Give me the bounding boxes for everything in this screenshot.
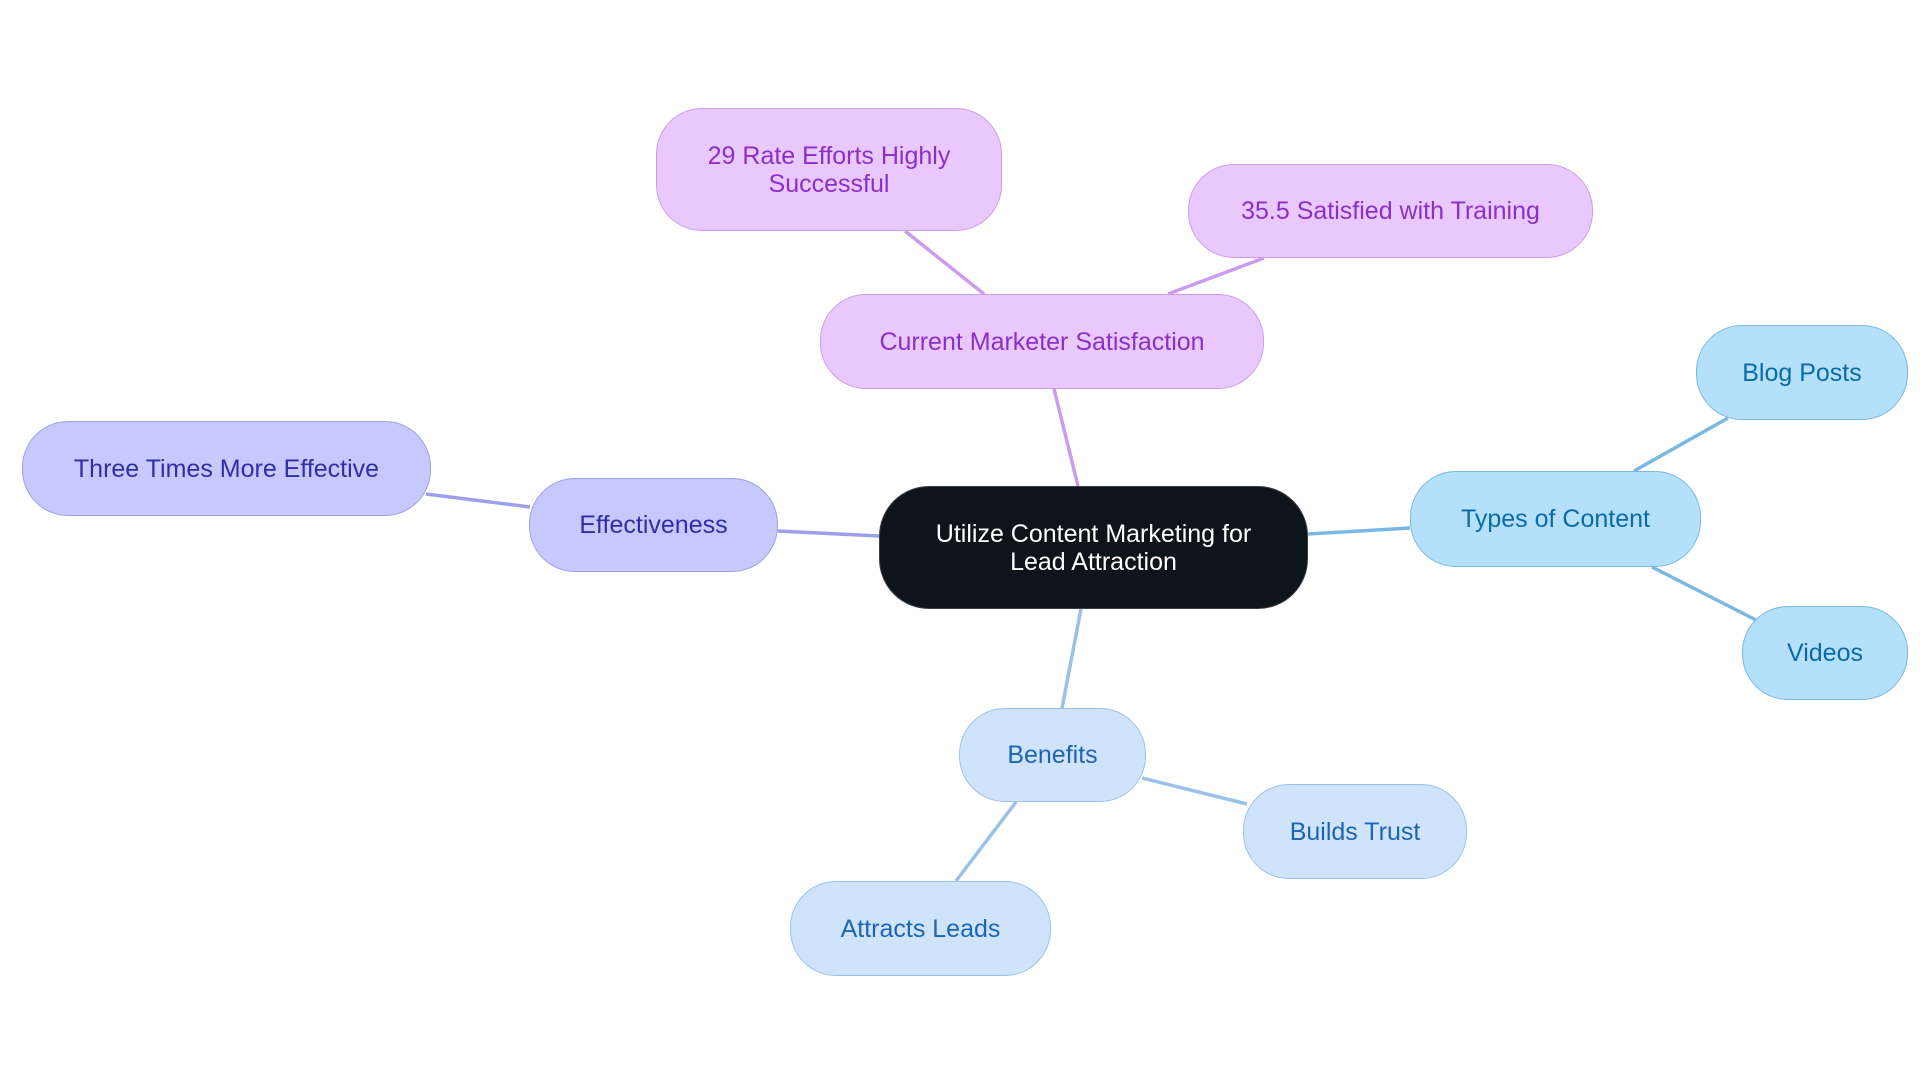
leaf-node-satisfied-training[interactable]: 35.5 Satisfied with Training	[1188, 164, 1593, 258]
mindmap-canvas: Utilize Content Marketing for Lead Attra…	[0, 0, 1920, 1083]
leaf-node-builds-trust[interactable]: Builds Trust	[1243, 784, 1467, 879]
edge-types-blog-posts	[1633, 416, 1729, 473]
edge-effectiveness-three-times	[425, 492, 531, 509]
edge-satisfaction-satisfied-training	[1167, 256, 1265, 296]
edge-root-types	[1307, 526, 1411, 536]
leaf-node-blog-posts[interactable]: Blog Posts	[1696, 325, 1908, 420]
edge-root-satisfaction	[1052, 388, 1080, 487]
root-node[interactable]: Utilize Content Marketing for Lead Attra…	[879, 486, 1308, 609]
leaf-node-videos[interactable]: Videos	[1742, 606, 1908, 700]
branch-node-types-of-content[interactable]: Types of Content	[1410, 471, 1701, 567]
edge-root-effectiveness	[777, 529, 880, 538]
edge-satisfaction-highly-successful	[903, 229, 986, 296]
edge-benefits-builds-trust	[1141, 776, 1248, 806]
edge-benefits-attracts-leads	[954, 800, 1018, 883]
edge-root-benefits	[1060, 608, 1083, 709]
leaf-node-attracts-leads[interactable]: Attracts Leads	[790, 881, 1051, 976]
branch-node-effectiveness[interactable]: Effectiveness	[529, 478, 778, 572]
edge-types-videos	[1651, 565, 1757, 622]
leaf-node-three-times[interactable]: Three Times More Effective	[22, 421, 431, 516]
branch-node-satisfaction[interactable]: Current Marketer Satisfaction	[820, 294, 1264, 389]
branch-node-benefits[interactable]: Benefits	[959, 708, 1146, 802]
leaf-node-highly-successful[interactable]: 29 Rate Efforts Highly Successful	[656, 108, 1002, 231]
